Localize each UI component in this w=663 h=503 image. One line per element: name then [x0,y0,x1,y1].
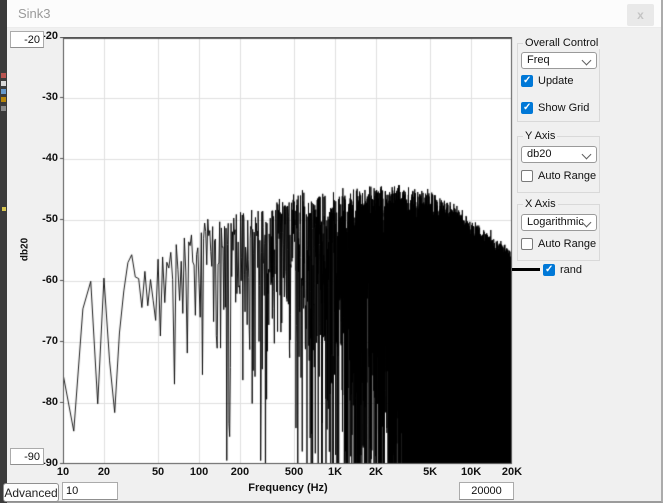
advanced-button[interactable]: Advanced [3,483,59,502]
y-tick-label: -70 [24,335,58,347]
background-app-icon [1,73,6,78]
legend-series-label: rand [560,264,582,276]
sink3-window: Sink3 x -20-30-40-50-60-70-80-90 1020501… [0,0,663,503]
show-grid-label: Show Grid [538,102,589,114]
x-tick-label: 200 [231,466,249,478]
x-axis-title: Frequency (Hz) [63,482,513,494]
title-bar[interactable]: Sink3 x [7,0,661,28]
x-axis-max-input[interactable] [459,482,514,500]
overall-control-label: Overall Control [523,37,600,49]
x-tick-label: 5K [423,466,437,478]
y-axis-group-label: Y Axis [523,130,557,142]
y-axis-title: db20 [20,235,31,265]
background-app-icon [1,81,6,86]
close-button[interactable]: x [627,4,654,26]
x-tick-label: 2K [369,466,383,478]
close-icon: x [637,8,644,22]
x-tick-label: 10 [57,466,69,478]
window-title: Sink3 [18,6,51,21]
update-checkbox[interactable] [521,75,533,87]
chevron-down-icon [582,150,592,160]
y-tick-label: -80 [24,396,58,408]
x-tick-label: 10K [461,466,481,478]
x-tick-label: 50 [152,466,164,478]
y-tick-label: -60 [24,274,58,286]
x-axis-min-input[interactable] [62,482,118,500]
y-auto-range-checkbox[interactable] [521,170,533,182]
y-tick-label: -40 [24,152,58,164]
y-axis-min-input[interactable] [10,448,44,465]
x-axis-group-label: X Axis [523,198,558,210]
y-axis-combo-value: db20 [527,148,551,160]
update-label: Update [538,75,573,87]
legend-line-sample [512,268,540,271]
legend-rand-checkbox[interactable] [543,264,555,276]
x-tick-label: 500 [285,466,303,478]
background-app-icon [1,89,6,94]
x-tick-label: 20 [98,466,110,478]
y-axis-combo[interactable]: db20 [521,146,597,163]
chevron-down-icon [582,56,592,66]
freq-combo-value: Freq [527,54,550,66]
y-auto-range-label: Auto Range [538,170,596,182]
y-axis-max-input[interactable] [10,31,44,48]
x-tick-label: 1K [328,466,342,478]
x-tick-label: 100 [190,466,208,478]
y-tick-label: -30 [24,91,58,103]
x-axis-groupbox [517,204,600,261]
background-window-strip [0,0,7,503]
x-auto-range-checkbox[interactable] [521,238,533,250]
x-axis-combo[interactable]: Logarithmic [521,214,597,231]
x-axis-combo-value: Logarithmic [527,216,584,228]
y-axis-groupbox [517,136,600,193]
background-app-icon [2,207,6,211]
y-tick-label: -50 [24,213,58,225]
x-auto-range-label: Auto Range [538,238,596,250]
freq-combo[interactable]: Freq [521,52,597,69]
show-grid-checkbox[interactable] [521,102,533,114]
background-app-icon [1,106,6,111]
spectrum-plot-canvas[interactable] [59,37,513,465]
x-tick-label: 20K [502,466,522,478]
background-app-icon [1,97,6,102]
